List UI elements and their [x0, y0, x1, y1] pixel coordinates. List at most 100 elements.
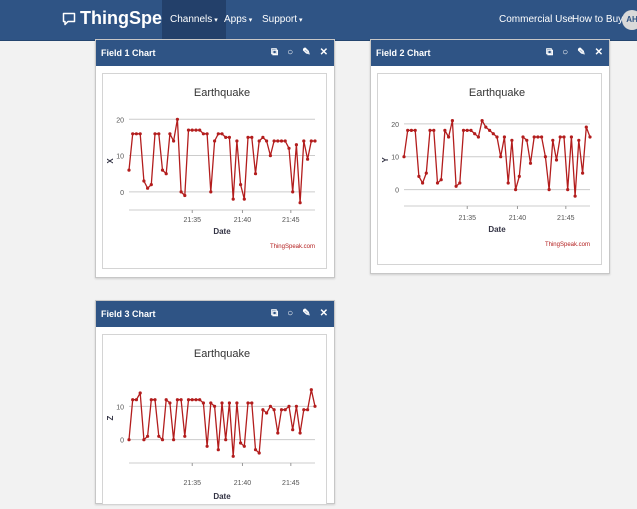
x-tick-label: 21:40	[234, 480, 252, 487]
data-point	[480, 119, 484, 123]
data-point	[413, 128, 417, 132]
data-point	[146, 186, 150, 190]
series-line	[128, 389, 316, 457]
data-point	[231, 454, 235, 458]
close-icon[interactable]: ✕	[595, 40, 603, 66]
support-label: Support	[262, 14, 298, 25]
data-point	[179, 398, 183, 402]
data-point	[465, 128, 469, 132]
data-point	[287, 146, 291, 150]
data-point	[250, 135, 254, 139]
data-point	[435, 181, 440, 185]
support-menu[interactable]: Support ▾	[262, 0, 303, 40]
data-point	[209, 190, 213, 194]
pencil-icon[interactable]: ✎	[302, 40, 310, 66]
data-point	[257, 451, 261, 455]
data-point	[179, 190, 183, 194]
data-point	[186, 398, 191, 402]
data-point	[253, 172, 258, 176]
comment-icon[interactable]: ○	[287, 40, 293, 66]
data-point	[231, 197, 235, 201]
thingspeak-credit-link[interactable]: ThingSpeak.com	[270, 244, 315, 250]
data-point	[279, 139, 284, 143]
data-point	[239, 441, 243, 445]
data-point	[424, 171, 428, 175]
chart-title: Earthquake	[469, 87, 525, 99]
field-1-chart-panel: Field 1 Chart ⧉ ○ ✎ ✕ Earthquake 0 10 20 21:…	[95, 39, 335, 278]
data-point	[417, 174, 421, 178]
data-point	[201, 132, 205, 136]
data-point	[127, 438, 131, 442]
data-point	[153, 132, 157, 136]
data-point	[138, 391, 142, 395]
data-point	[499, 155, 503, 159]
data-point	[461, 128, 466, 132]
how-to-buy-link[interactable]: How to Buy	[572, 0, 623, 40]
x-tick-label: 21:35	[183, 480, 201, 487]
data-point	[543, 155, 547, 159]
chevron-down-icon: ▾	[248, 17, 253, 24]
apps-label: Apps	[224, 14, 247, 25]
data-point	[517, 174, 521, 178]
data-point	[569, 135, 573, 139]
panel-header: Field 2 Chart ⧉ ○ ✎ ✕	[371, 40, 609, 66]
field-3-chart-panel: Field 3 Chart ⧉ ○ ✎ ✕ Earthquake 0 10 21:35…	[95, 300, 335, 505]
comment-icon[interactable]: ○	[287, 301, 293, 327]
external-link-icon[interactable]: ⧉	[271, 301, 278, 327]
field-3-chart: Earthquake 0 10 21:35 21:40 21:45 Date Z	[106, 348, 317, 501]
data-point	[528, 161, 533, 165]
channels-menu[interactable]: Channels ▾	[162, 0, 226, 40]
commercial-use-link[interactable]: Commercial Use	[499, 0, 573, 40]
avatar[interactable]: AH	[622, 10, 637, 30]
data-point	[220, 132, 224, 136]
data-point	[194, 128, 198, 132]
panel-header: Field 3 Chart ⧉ ○ ✎ ✕	[96, 301, 334, 327]
data-point	[514, 188, 518, 192]
data-point	[279, 408, 284, 412]
y-tick-label: 0	[120, 190, 124, 197]
data-point	[291, 190, 295, 194]
data-point	[149, 398, 153, 402]
data-point	[525, 138, 529, 142]
y-tick-label: 0	[120, 438, 124, 445]
data-point	[540, 135, 544, 139]
external-link-icon[interactable]: ⧉	[271, 40, 278, 66]
panel-title: Field 2 Chart	[376, 48, 431, 58]
close-icon[interactable]: ✕	[320, 40, 328, 66]
x-tick-label: 21:40	[234, 217, 252, 224]
data-point	[584, 125, 588, 129]
panel-header: Field 1 Chart ⧉ ○ ✎ ✕	[96, 40, 334, 66]
x-tick-label: 21:35	[458, 215, 476, 222]
data-point	[239, 183, 243, 187]
series-line	[128, 118, 315, 204]
chart-frame: Earthquake 0 10 21:35 21:40 21:45 Date Z	[102, 334, 327, 505]
data-point	[205, 132, 209, 136]
close-icon[interactable]: ✕	[320, 301, 328, 327]
pencil-icon[interactable]: ✎	[577, 40, 585, 66]
data-point	[134, 398, 138, 402]
comment-icon[interactable]: ○	[562, 40, 568, 66]
data-point	[313, 404, 317, 408]
data-point	[298, 201, 302, 205]
data-point	[294, 143, 298, 147]
chart-frame: Earthquake 0 10 20 21:35 21:40 21:45 Date Y Thing…	[377, 73, 602, 265]
data-point	[495, 135, 499, 139]
data-point	[306, 157, 310, 161]
data-point	[160, 168, 165, 172]
data-point	[283, 139, 287, 143]
external-link-icon[interactable]: ⧉	[546, 40, 553, 66]
panel-title: Field 3 Chart	[101, 309, 156, 319]
series-line	[403, 119, 591, 197]
data-point	[454, 184, 458, 188]
thingspeak-credit-link[interactable]: ThingSpeak.com	[545, 242, 590, 248]
data-point	[268, 404, 272, 408]
data-point	[261, 135, 265, 139]
data-point	[306, 408, 310, 412]
apps-menu[interactable]: Apps ▾	[224, 0, 252, 40]
data-point	[566, 188, 570, 192]
data-point	[224, 438, 228, 442]
data-point	[213, 404, 217, 408]
data-point	[484, 125, 488, 129]
pencil-icon[interactable]: ✎	[302, 301, 310, 327]
data-point	[138, 132, 142, 136]
